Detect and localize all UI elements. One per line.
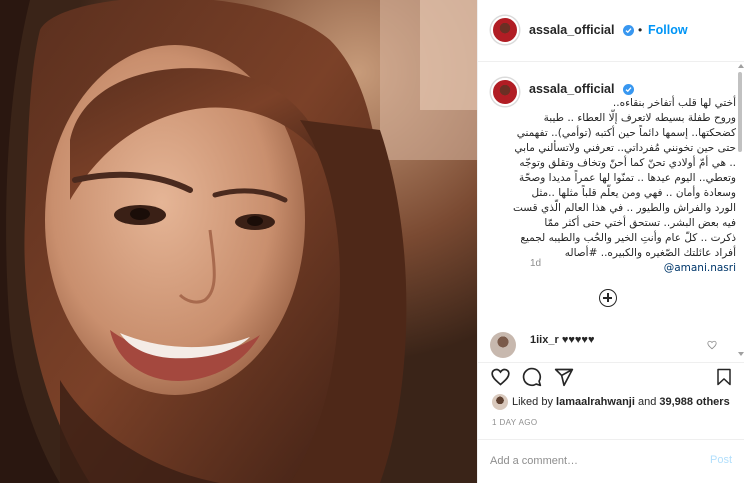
follow-button[interactable]: Follow (648, 23, 688, 37)
post-comment-button[interactable]: Post (710, 454, 732, 466)
author-avatar[interactable] (491, 16, 519, 44)
comment-username[interactable]: 1iix_r (530, 334, 559, 346)
comment: 1iix_r ♥♥♥♥♥ (530, 334, 594, 346)
heart-icon[interactable] (490, 367, 511, 387)
likes-count-button[interactable]: 39,988 others (659, 396, 729, 408)
scroll-thumb[interactable] (738, 72, 742, 152)
caption-mention-link[interactable]: @amani.nasri (530, 261, 736, 276)
liker-avatar[interactable] (492, 394, 508, 410)
comments-scrollbar[interactable] (737, 62, 744, 362)
caption-line: الورد والفراش والطيور .. في هذا العالم ا… (512, 202, 736, 214)
author-username[interactable]: assala_official (529, 23, 614, 37)
caption-age: 1d (530, 258, 542, 269)
caption-line: .. هي أمّ أولادي تحنّ كما أحنّ وتخاف وتق… (519, 157, 736, 169)
caption-line: ذكرت .. كلّ عام وأنتِ الخير والحُب والطي… (520, 232, 736, 244)
caption-line: وروح طفلة بسيطه لاتعرف إلّا العطاء .. طي… (543, 112, 736, 124)
verified-badge-icon (623, 84, 634, 95)
likes-summary: Liked by lamaalrahwanji and 39,988 other… (512, 396, 730, 408)
caption-author-avatar[interactable] (491, 78, 519, 106)
likes-prefix: Liked by (512, 396, 557, 408)
header-separator: • (638, 23, 643, 37)
comment-heart-icon[interactable] (707, 340, 717, 350)
share-icon[interactable] (554, 367, 574, 387)
post-side-panel: assala_official • Follow assala_official… (477, 0, 744, 483)
caption-line: وتعطي.. اليوم عيدها .. تمنّوا لها عمراً … (518, 172, 736, 184)
scroll-up-arrow-icon[interactable] (738, 64, 744, 68)
comment-icon[interactable] (522, 367, 542, 387)
bookmark-icon[interactable] (715, 367, 733, 387)
caption-text: أختي لها قلب أتفاخر بنقاءه.. وروح طفلة ب… (512, 96, 736, 276)
verified-badge-icon (623, 25, 634, 36)
post-timestamp[interactable]: 1 DAY AGO (492, 418, 538, 427)
comment-text: ♥♥♥♥♥ (561, 334, 595, 346)
post-header: assala_official • Follow (478, 0, 744, 62)
scroll-down-arrow-icon[interactable] (738, 352, 744, 356)
actions-divider (478, 362, 744, 364)
load-more-comments-button[interactable] (599, 289, 617, 307)
post-photo[interactable] (0, 0, 477, 483)
caption-line: حتى حين تخونني مُفرداتي.. تعرفني ولاتسأل… (514, 142, 736, 154)
caption-line: كضحكتها.. إسمها دائماً حين أكتبه (توأمي)… (516, 127, 736, 139)
caption-line: أختي لها قلب أتفاخر بنقاءه.. (612, 97, 736, 109)
comment-input[interactable] (490, 452, 680, 470)
add-comment-bar: Post (478, 439, 744, 483)
caption-author-username[interactable]: assala_official (529, 82, 614, 96)
caption-line: فيه بعض البشر.. تستحق أختي حتى أكثر ممّا (544, 217, 736, 229)
caption-line: أفراد عائلتك الصّغيره والكبيره.. #أصاله (564, 247, 736, 259)
liker-username[interactable]: lamaalrahwanji (556, 396, 635, 408)
post-photo-image (0, 0, 477, 483)
likes-middle: and (634, 396, 660, 408)
caption-line: وسعادة وأمان .. فهي ومن يعلّم قلباً مثله… (531, 187, 736, 199)
commenter-avatar[interactable] (490, 332, 516, 358)
